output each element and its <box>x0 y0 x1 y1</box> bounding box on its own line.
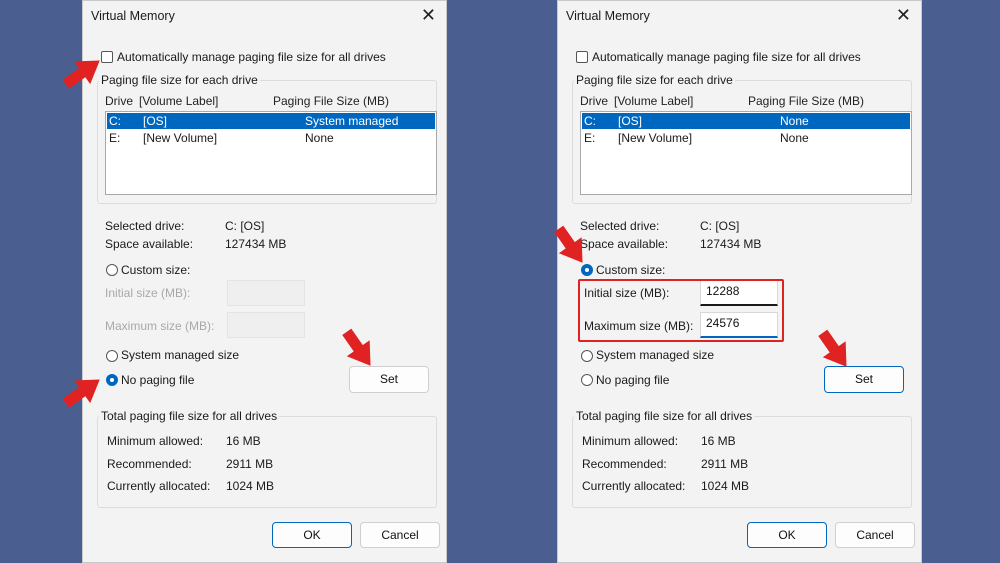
currently-allocated-label: Currently allocated: <box>107 479 211 493</box>
custom-size-label: Custom size: <box>121 263 191 277</box>
paging-group-label: Paging file size for each drive <box>99 73 260 87</box>
system-managed-radio[interactable] <box>581 350 593 362</box>
no-paging-file-label: No paging file <box>596 373 670 387</box>
space-available-value: 127434 MB <box>700 237 762 251</box>
drive-paging-size: None <box>305 131 334 145</box>
minimum-allowed-label: Minimum allowed: <box>107 434 204 448</box>
recommended-value: 2911 MB <box>701 457 749 471</box>
drive-row[interactable]: C: [OS] System managed <box>107 113 435 129</box>
column-volume-label: [Volume Label] <box>139 94 219 108</box>
drive-letter: E: <box>584 131 596 145</box>
recommended-label: Recommended: <box>107 457 192 471</box>
drive-volume: [New Volume] <box>143 131 218 145</box>
system-managed-label: System managed size <box>596 348 715 362</box>
auto-manage-label: Automatically manage paging file size fo… <box>592 50 861 64</box>
auto-manage-label: Automatically manage paging file size fo… <box>117 50 386 64</box>
system-managed-label: System managed size <box>121 348 240 362</box>
minimum-allowed-label: Minimum allowed: <box>582 434 679 448</box>
space-available-value: 127434 MB <box>225 237 287 251</box>
column-volume-label: [Volume Label] <box>614 94 694 108</box>
paging-group-label: Paging file size for each drive <box>574 73 735 87</box>
ok-button[interactable]: OK <box>747 522 827 548</box>
custom-size-label: Custom size: <box>596 263 666 277</box>
custom-size-radio[interactable] <box>581 264 593 276</box>
drive-paging-size: None <box>780 131 809 145</box>
currently-allocated-value: 1024 MB <box>701 479 750 493</box>
initial-size-label: Initial size (MB): <box>105 286 191 300</box>
no-paging-file-radio[interactable] <box>581 374 593 386</box>
cancel-button[interactable]: Cancel <box>360 522 440 548</box>
cancel-button[interactable]: Cancel <box>835 522 915 548</box>
totals-group-label: Total paging file size for all drives <box>99 409 280 423</box>
selected-drive-value: C: [OS] <box>225 219 265 233</box>
drive-row[interactable]: E: [New Volume] None <box>107 130 435 146</box>
dialog-title: Virtual Memory <box>566 9 650 23</box>
drive-volume: [New Volume] <box>618 131 693 145</box>
minimum-allowed-value: 16 MB <box>701 434 736 448</box>
currently-allocated-value: 1024 MB <box>226 479 275 493</box>
drive-letter: E: <box>109 131 121 145</box>
close-icon[interactable]: ✕ <box>421 5 436 25</box>
drive-volume: [OS] <box>618 114 643 128</box>
no-paging-file-label: No paging file <box>121 373 195 387</box>
maximum-size-input[interactable] <box>227 312 305 338</box>
drive-letter: C: <box>109 114 121 128</box>
drive-paging-size: System managed <box>305 114 399 128</box>
recommended-value: 2911 MB <box>226 457 274 471</box>
drive-letter: C: <box>584 114 596 128</box>
drive-paging-size: None <box>780 114 809 128</box>
highlight-box <box>578 279 784 342</box>
column-paging-size: Paging File Size (MB) <box>748 94 865 108</box>
selected-drive-label: Selected drive: <box>580 219 660 233</box>
space-available-label: Space available: <box>105 237 194 251</box>
ok-button[interactable]: OK <box>272 522 352 548</box>
drive-row[interactable]: E: [New Volume] None <box>582 130 910 146</box>
drive-list[interactable]: C: [OS] None E: [New Volume] None <box>580 111 912 195</box>
minimum-allowed-value: 16 MB <box>226 434 261 448</box>
auto-manage-checkbox[interactable] <box>576 51 588 63</box>
column-paging-size: Paging File Size (MB) <box>273 94 390 108</box>
selected-drive-value: C: [OS] <box>700 219 740 233</box>
recommended-label: Recommended: <box>582 457 667 471</box>
initial-size-input[interactable] <box>227 280 305 306</box>
no-paging-file-radio[interactable] <box>106 374 118 386</box>
drive-list[interactable]: C: [OS] System managed E: [New Volume] N… <box>105 111 437 195</box>
set-button[interactable]: Set <box>824 366 904 393</box>
drive-volume: [OS] <box>143 114 168 128</box>
close-icon[interactable]: ✕ <box>896 5 911 25</box>
auto-manage-checkbox[interactable] <box>101 51 113 63</box>
virtual-memory-dialog-left: Virtual Memory ✕ Automatically manage pa… <box>82 0 447 563</box>
maximum-size-label: Maximum size (MB): <box>105 319 215 333</box>
currently-allocated-label: Currently allocated: <box>582 479 686 493</box>
dialog-title: Virtual Memory <box>91 9 175 23</box>
column-drive: Drive <box>105 94 134 108</box>
set-button[interactable]: Set <box>349 366 429 393</box>
totals-group-label: Total paging file size for all drives <box>574 409 755 423</box>
column-drive: Drive <box>580 94 609 108</box>
system-managed-radio[interactable] <box>106 350 118 362</box>
space-available-label: Space available: <box>580 237 669 251</box>
custom-size-radio[interactable] <box>106 264 118 276</box>
selected-drive-label: Selected drive: <box>105 219 185 233</box>
drive-row[interactable]: C: [OS] None <box>582 113 910 129</box>
